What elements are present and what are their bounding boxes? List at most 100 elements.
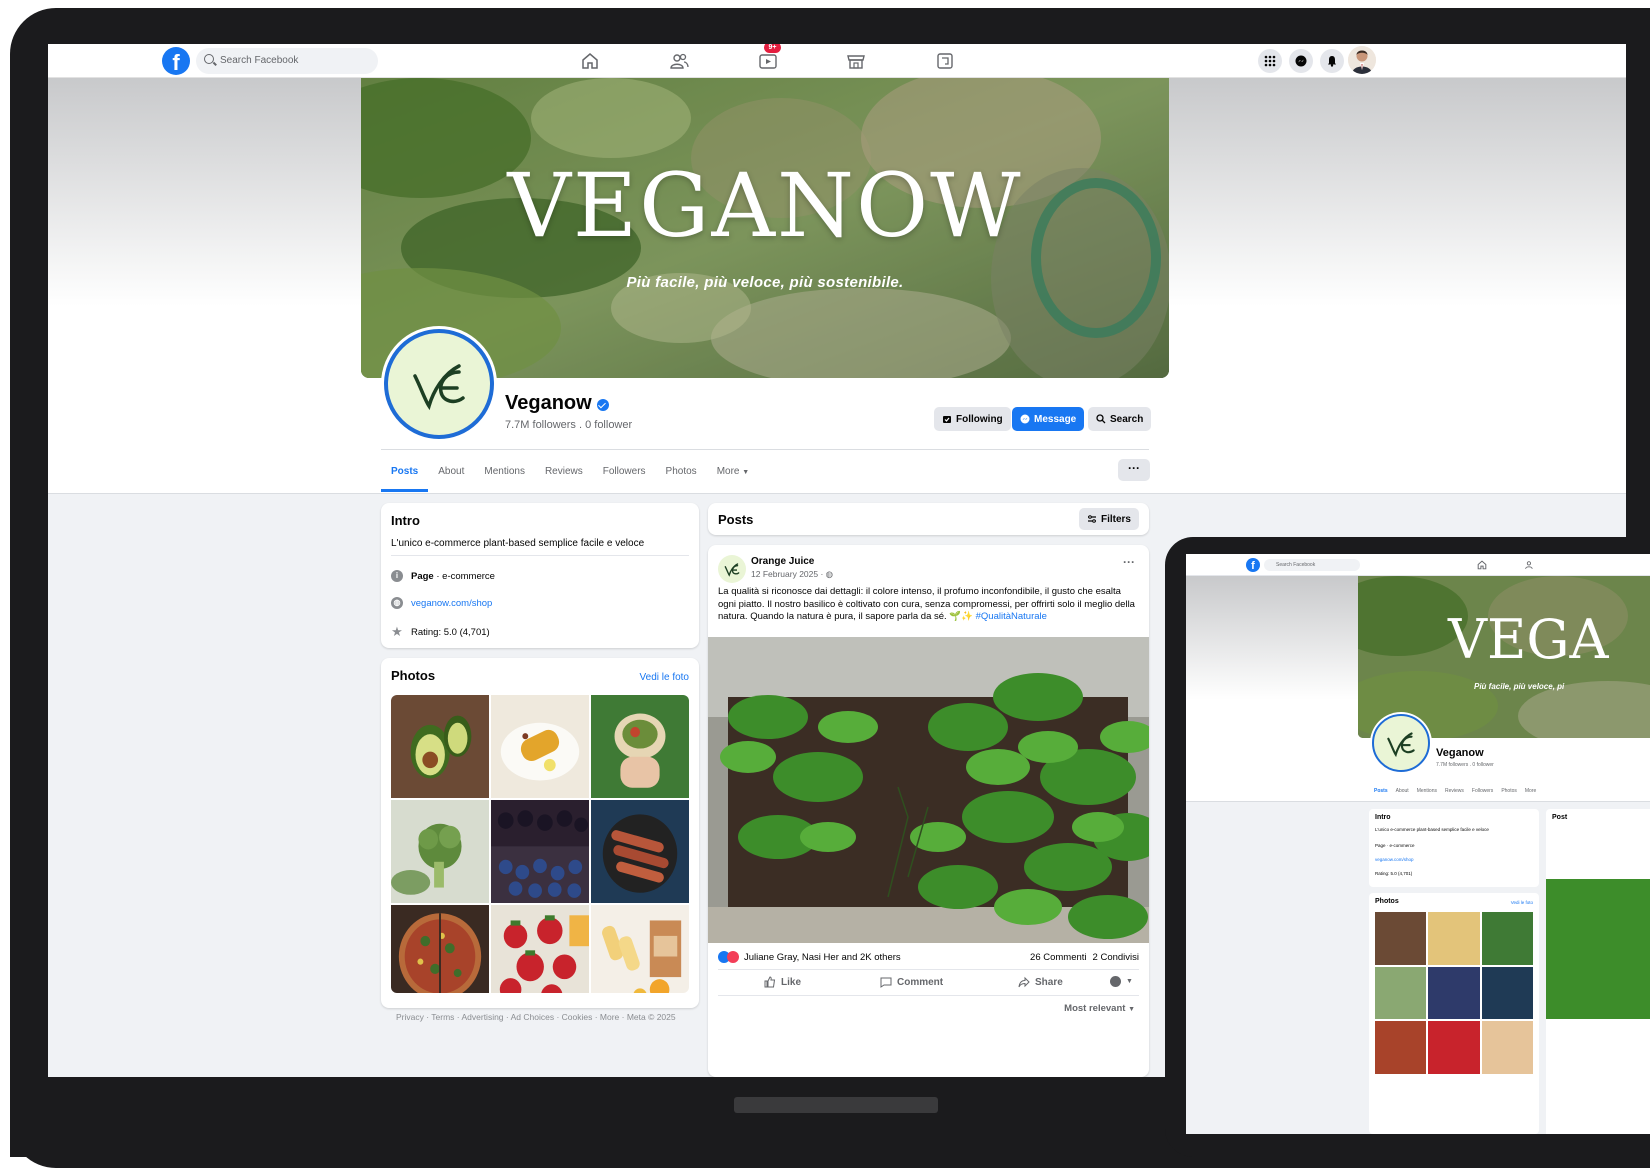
profile-picture[interactable] xyxy=(384,329,494,439)
post-options-icon[interactable]: ··· xyxy=(1123,555,1135,569)
marketplace-icon[interactable] xyxy=(845,50,867,72)
tab-posts[interactable]: Posts xyxy=(1374,788,1388,794)
photo-broccoli[interactable] xyxy=(391,800,489,903)
friends-icon[interactable] xyxy=(668,50,690,72)
like-button[interactable]: Like xyxy=(764,976,801,988)
tablet-profile-picture[interactable] xyxy=(1372,714,1430,772)
photo-pizza[interactable] xyxy=(1375,1021,1427,1074)
photo-popsicles[interactable] xyxy=(1481,1021,1533,1074)
post-author-avatar[interactable] xyxy=(718,555,746,583)
shares-count[interactable]: 2 Condivisi xyxy=(1093,952,1139,963)
video-icon[interactable] xyxy=(757,50,779,72)
photo-strawberries[interactable] xyxy=(1428,1021,1480,1074)
website-link[interactable]: veganow.com/shop xyxy=(411,598,492,609)
photo-berries[interactable] xyxy=(1428,966,1480,1020)
more-options-button[interactable]: ··· xyxy=(1118,459,1150,481)
page-type: · e-commerce xyxy=(433,570,495,582)
share-icon xyxy=(1018,976,1030,988)
photo-sausages[interactable] xyxy=(1481,966,1533,1020)
photo-grilled-corn[interactable] xyxy=(1428,912,1480,965)
post-hashtag[interactable]: #QualitàNaturale xyxy=(976,611,1047,622)
reactions-text[interactable]: Juliane Gray, Nasi Her and 2K others xyxy=(744,952,901,963)
post-card: Orange Juice 12 February 2025 · ◍ ··· La… xyxy=(708,545,1149,1077)
facebook-logo[interactable]: f xyxy=(1246,558,1260,572)
photo-strawberries[interactable] xyxy=(491,905,589,993)
following-label: Following xyxy=(956,413,1003,425)
tab-about[interactable]: About xyxy=(1396,788,1409,794)
reactions-bar: Juliane Gray, Nasi Her and 2K others 26 … xyxy=(718,951,1139,963)
tablet-intro-website[interactable]: veganow.com/shop xyxy=(1375,857,1414,862)
page-search-button[interactable]: Search xyxy=(1088,407,1152,431)
tab-photos[interactable]: Photos xyxy=(656,456,707,490)
home-icon[interactable] xyxy=(579,50,601,72)
photo-pizza[interactable] xyxy=(391,905,489,993)
tablet-intro-page: Page · e-commerce xyxy=(1375,843,1415,848)
posts-header-card: Posts Filters xyxy=(708,503,1149,535)
search-input[interactable]: Search Facebook xyxy=(196,48,378,74)
photo-broccoli[interactable] xyxy=(1375,966,1427,1020)
filters-button[interactable]: Filters xyxy=(1078,508,1139,530)
tablet-profile-tabs: Posts About Mentions Reviews Followers P… xyxy=(1374,788,1536,794)
tab-reviews[interactable]: Reviews xyxy=(1445,788,1464,794)
account-avatar[interactable] xyxy=(1348,46,1376,74)
photo-grilled-corn[interactable] xyxy=(491,695,589,798)
photo-avocado[interactable] xyxy=(391,695,489,798)
notifications-icon[interactable] xyxy=(1320,49,1344,73)
message-button[interactable]: Message xyxy=(1012,407,1085,431)
page-label: Page xyxy=(411,570,434,582)
tablet-posts-card: Post xyxy=(1546,809,1650,1134)
intro-website: ◍ veganow.com/shop xyxy=(391,597,492,609)
tablet-intro-card: Intro L'unico e-commerce plant-based sem… xyxy=(1369,809,1539,887)
cover-photo[interactable]: VEGANOW Più facile, più veloce, più sost… xyxy=(361,78,1169,378)
gaming-icon[interactable] xyxy=(934,50,956,72)
tab-mentions[interactable]: Mentions xyxy=(1417,788,1437,794)
share-button[interactable]: Share xyxy=(1018,976,1063,988)
friends-icon[interactable] xyxy=(1524,559,1536,571)
photo-popsicles[interactable] xyxy=(591,905,689,993)
comments-sort-dropdown[interactable]: Most relevant ▼ xyxy=(1064,1003,1135,1014)
tab-followers[interactable]: Followers xyxy=(1472,788,1493,794)
caret-down-icon: ▼ xyxy=(742,469,750,476)
photo-berries[interactable] xyxy=(491,800,589,903)
comment-button[interactable]: Comment xyxy=(880,976,943,988)
photo-sausages[interactable] xyxy=(591,800,689,903)
tab-reviews[interactable]: Reviews xyxy=(535,456,593,490)
tablet-cover-tagline: Più facile, più veloce, pi xyxy=(1474,682,1565,691)
tab-mentions[interactable]: Mentions xyxy=(474,456,535,490)
photo-wrap[interactable] xyxy=(591,695,689,798)
menu-grid-icon[interactable] xyxy=(1258,49,1282,73)
tab-photos[interactable]: Photos xyxy=(1501,788,1517,794)
search-icon xyxy=(204,54,214,64)
intro-divider xyxy=(391,555,689,556)
laptop-notch xyxy=(734,1097,938,1113)
tab-more[interactable]: More ▼ xyxy=(707,456,760,490)
filters-label: Filters xyxy=(1100,513,1131,525)
photo-avocado[interactable] xyxy=(1375,912,1427,965)
tabs-divider xyxy=(381,449,1149,450)
post-author-name[interactable]: Orange Juice xyxy=(751,556,814,567)
facebook-logo[interactable]: f xyxy=(162,47,190,75)
home-icon[interactable] xyxy=(1476,559,1488,571)
reaction-audience-selector[interactable]: ▼ xyxy=(1110,976,1133,987)
followers-count[interactable]: 7.7M followers . 0 follower xyxy=(505,419,632,431)
footer-links[interactable]: Privacy · Terms · Advertising · Ad Choic… xyxy=(396,1012,676,1022)
caret-down-icon: ▼ xyxy=(1128,1006,1135,1013)
comments-count[interactable]: 26 Commenti xyxy=(1030,952,1087,963)
tab-followers[interactable]: Followers xyxy=(593,456,656,490)
tab-more[interactable]: More xyxy=(1525,788,1536,794)
profile-tabs: Posts About Mentions Reviews Followers P… xyxy=(381,456,760,492)
following-button[interactable]: Following xyxy=(934,407,1011,431)
tablet-page-title: Veganow xyxy=(1436,747,1484,759)
intro-description: L'unico e-commerce plant-based semplice … xyxy=(391,538,645,549)
post-image-basil[interactable] xyxy=(708,637,1149,943)
photo-wrap[interactable] xyxy=(1481,912,1533,965)
see-all-photos-link[interactable]: Vedi le foto xyxy=(640,672,689,683)
tablet-see-all-photos-link[interactable]: Vedi le foto xyxy=(1511,900,1533,905)
tab-about[interactable]: About xyxy=(428,456,474,490)
search-icon xyxy=(1096,414,1106,424)
basil-plant-image xyxy=(708,637,1149,943)
tab-posts[interactable]: Posts xyxy=(381,456,429,492)
messenger-icon[interactable] xyxy=(1289,49,1313,73)
tablet-search-input[interactable]: Search Facebook xyxy=(1264,559,1360,571)
tablet-post-image[interactable] xyxy=(1546,879,1650,1019)
